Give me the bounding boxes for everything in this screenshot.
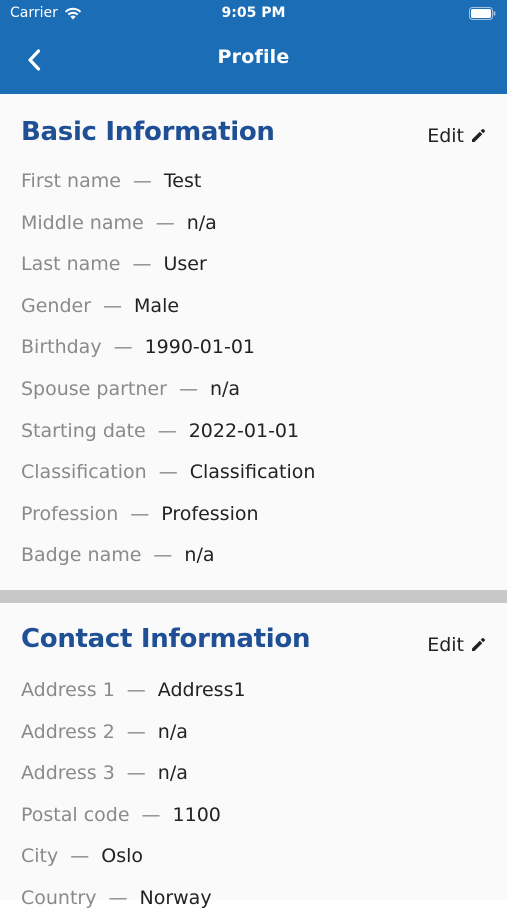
separator-dash: — <box>126 720 146 743</box>
field-label: Last name <box>21 253 121 276</box>
field-label: Profession <box>21 502 119 525</box>
field-label: Address 1 <box>21 679 115 701</box>
basic-information-section: Basic Information Edit First name — Test Mi… <box>0 94 507 590</box>
info-row: First name — Test <box>21 170 201 192</box>
info-row: Gender — Male <box>21 295 179 317</box>
field-value: Norway <box>139 887 212 909</box>
info-row: Country — Norway <box>21 887 212 909</box>
field-value: n/a <box>157 762 188 785</box>
field-label: Postal code <box>21 803 130 826</box>
contact-information-section: Contact Information Edit Address 1— Addre… <box>0 603 507 909</box>
field-label: Address 3 <box>21 762 115 785</box>
separator-dash: — <box>113 336 133 359</box>
info-row: City — Oslo <box>21 845 143 867</box>
field-value: n/a <box>157 720 188 743</box>
separator-dash: — <box>132 253 152 276</box>
info-row: Starting date — 2022-01-01 <box>21 420 299 442</box>
separator-dash: — <box>70 845 90 868</box>
pencil-icon <box>472 128 486 142</box>
separator-dash: — <box>126 679 146 701</box>
field-label: City <box>21 845 59 868</box>
field-value: Test <box>163 170 202 192</box>
separator-dash: — <box>130 502 150 525</box>
info-row: Profession — Profession <box>21 503 259 525</box>
top-bar: Carrier 9:05 PM Profile <box>0 0 507 94</box>
battery-icon <box>469 7 496 20</box>
field-label: Middle name <box>21 211 144 234</box>
separator-dash: — <box>141 803 161 826</box>
separator-dash: — <box>108 887 128 909</box>
field-label: Classification <box>21 461 147 484</box>
section-divider <box>0 590 507 603</box>
edit-basic-button[interactable]: Edit <box>427 125 486 147</box>
basic-information-title: Basic Information <box>21 117 275 147</box>
field-label: Spouse partner <box>21 378 167 400</box>
info-row: Middle name — n/a <box>21 212 217 234</box>
info-row: Last name — User <box>21 253 207 275</box>
field-value: 1100 <box>172 803 221 826</box>
separator-dash: — <box>157 419 177 442</box>
info-row: Address 2 — n/a <box>21 721 188 743</box>
separator-dash: — <box>153 544 173 567</box>
field-value: n/a <box>186 211 217 234</box>
field-value: Classification <box>189 461 316 484</box>
separator-dash: — <box>132 170 152 192</box>
field-value: Profession <box>161 502 259 525</box>
info-row: Classification — Classification <box>21 461 315 483</box>
field-value: 2022-01-01 <box>188 419 300 442</box>
status-time: 9:05 PM <box>221 5 286 21</box>
separator-dash: — <box>103 294 123 317</box>
info-row: Address 1 — Address1 <box>21 679 246 701</box>
info-row: Address 3 — n/a <box>21 762 188 784</box>
navigation-bar: Profile <box>0 28 507 94</box>
field-value: User <box>163 253 207 276</box>
field-label: Country <box>21 887 97 909</box>
field-value: n/a <box>209 378 241 400</box>
edit-label: Edit <box>427 125 464 147</box>
info-row: Spouse partner — n/a <box>21 378 240 400</box>
field-label: Gender <box>21 294 92 317</box>
info-row: Badge name — n/a <box>21 544 215 566</box>
field-label: First name <box>21 170 121 192</box>
field-label: Birthday <box>21 336 102 359</box>
field-label: Address 2 <box>21 720 115 743</box>
edit-contact-button[interactable]: Edit <box>427 634 486 656</box>
field-value: n/a <box>184 544 215 567</box>
field-value: Address1 <box>157 679 246 701</box>
info-row: Birthday — 1990-01-01 <box>21 336 255 358</box>
info-row: Postal code — 1100 <box>21 804 221 826</box>
pencil-icon <box>472 637 486 651</box>
separator-dash: — <box>178 378 198 400</box>
separator-dash: — <box>158 461 178 484</box>
field-value: Male <box>134 294 180 317</box>
field-label: Starting date <box>21 419 146 442</box>
separator-dash: — <box>155 211 175 234</box>
status-bar: Carrier 9:05 PM <box>0 0 507 28</box>
page-title: Profile <box>217 46 290 68</box>
field-label: Badge name <box>21 544 142 567</box>
contact-information-title: Contact Information <box>21 624 311 654</box>
field-value: 1990-01-01 <box>144 336 255 359</box>
edit-label: Edit <box>427 634 464 656</box>
separator-dash: — <box>126 762 146 785</box>
field-value: Oslo <box>101 845 144 868</box>
